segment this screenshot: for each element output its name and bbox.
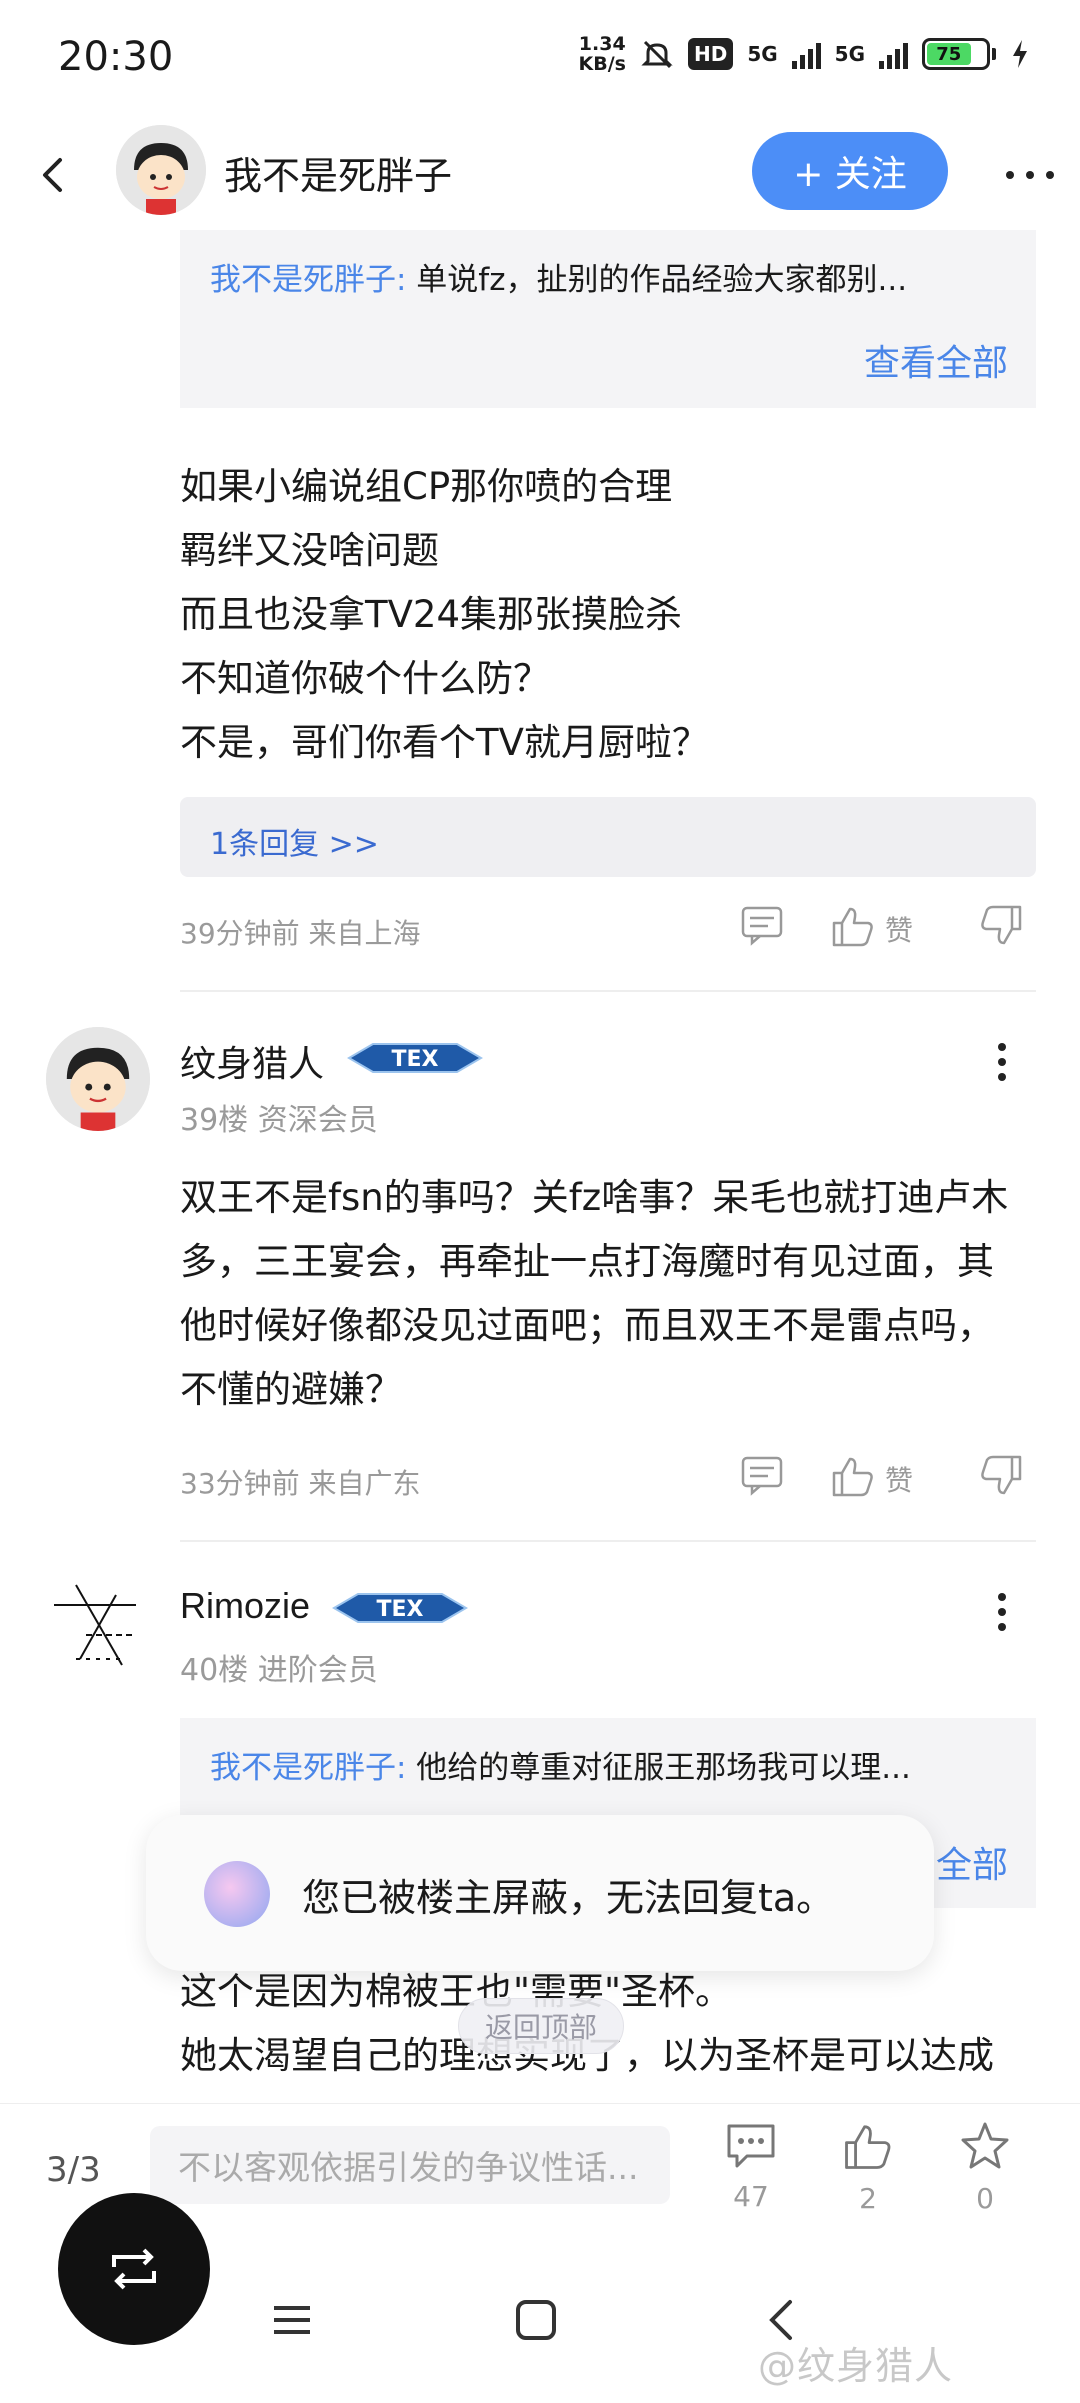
post-meta: 39分钟前 来自上海 bbox=[180, 917, 421, 950]
view-all-link[interactable]: 查看全部 bbox=[864, 334, 1008, 386]
favorites-count: 0 bbox=[976, 2182, 994, 2215]
comment-actions: 赞 bbox=[740, 1453, 1040, 1503]
battery-icon: 75 bbox=[922, 38, 996, 70]
status-icons: 1.34 KB/s HD 5G 5G 75 bbox=[579, 34, 1031, 74]
home-square-icon[interactable] bbox=[514, 2298, 558, 2342]
tex-badge-icon: TEX bbox=[332, 1593, 468, 1623]
like-button[interactable]: 2 bbox=[823, 2120, 913, 2215]
commenter-avatar[interactable] bbox=[46, 1027, 150, 1131]
replies-box[interactable]: 1条回复 >> bbox=[180, 797, 1036, 877]
svg-text:TEX: TEX bbox=[377, 1597, 424, 1622]
dislike-thumb-icon[interactable] bbox=[978, 1453, 1024, 1499]
signal-bars-1-icon bbox=[791, 39, 821, 69]
comment-bubble-icon bbox=[727, 2124, 775, 2168]
app-avatar-icon bbox=[204, 1861, 270, 1927]
comment-meta: 33分钟前 来自广东 bbox=[180, 1467, 421, 1500]
comment-body: 双王不是fsn的事吗？关fz啥事？呆毛也就打迪卢木多，三王宴会，再牵扯一点打海魔… bbox=[180, 1176, 1009, 1411]
view-all-link[interactable]: 全部 bbox=[936, 1836, 1008, 1888]
blocked-toast: 您已被楼主屏蔽，无法回复ta。 bbox=[146, 1815, 934, 1971]
author-name[interactable]: 我不是死胖子 bbox=[224, 145, 452, 200]
charging-icon bbox=[1013, 40, 1027, 68]
post-actions: 赞 bbox=[740, 903, 1040, 953]
back-arrow-icon[interactable] bbox=[30, 150, 80, 200]
comments-button[interactable]: 47 bbox=[706, 2120, 796, 2213]
cartoon-face-icon bbox=[116, 125, 206, 215]
like-thumb-icon bbox=[845, 2125, 891, 2169]
floor-label: 39楼 资深会员 bbox=[180, 1103, 378, 1138]
hd-badge: HD bbox=[687, 38, 734, 70]
author-avatar[interactable] bbox=[116, 125, 206, 215]
battery-level: 75 bbox=[927, 43, 971, 65]
comment-input[interactable]: 不以客观依据引发的争议性话... bbox=[150, 2126, 670, 2204]
like-thumb-icon[interactable] bbox=[830, 1453, 876, 1499]
network-speed: 1.34 KB/s bbox=[578, 33, 626, 75]
floor-label: 40楼 进阶会员 bbox=[180, 1653, 378, 1688]
more-options-icon[interactable] bbox=[1000, 150, 1060, 200]
top-header: 我不是死胖子 + 关注 bbox=[0, 120, 1080, 230]
post-body: 如果小编说组CP那你喷的合理 羁绊又没啥问题 而且也没拿TV24集那张摸脸杀 不… bbox=[180, 465, 709, 764]
page-indicator[interactable]: 3/3 bbox=[46, 2150, 101, 2190]
signal-label-1: 5G bbox=[747, 42, 778, 66]
signal-bars-2-icon bbox=[879, 39, 908, 69]
quoted-user[interactable]: 我不是死胖子: bbox=[210, 262, 406, 298]
quoted-user[interactable]: 我不是死胖子: bbox=[210, 1750, 406, 1786]
comment-icon[interactable] bbox=[740, 1453, 784, 1497]
star-icon bbox=[961, 2122, 1009, 2169]
svg-text:TEX: TEX bbox=[392, 1047, 439, 1072]
replies-link[interactable]: 1条回复 >> bbox=[210, 819, 379, 863]
like-thumb-icon[interactable] bbox=[830, 903, 876, 949]
comment-icon[interactable] bbox=[740, 903, 784, 947]
comment-more-icon[interactable] bbox=[990, 1037, 1014, 1087]
tex-badge-icon: TEX bbox=[347, 1043, 483, 1073]
divider bbox=[180, 1540, 1036, 1542]
cartoon-face-icon bbox=[46, 1027, 150, 1131]
comments-count: 47 bbox=[733, 2180, 769, 2213]
like-label[interactable]: 赞 bbox=[885, 909, 913, 949]
quoted-reply[interactable]: 我不是死胖子: 单说fz，扯别的作品经验大家都别... 查看全部 bbox=[180, 230, 1036, 408]
comment-more-icon[interactable] bbox=[990, 1587, 1014, 1637]
commenter-avatar[interactable] bbox=[46, 1575, 150, 1679]
back-to-top-button[interactable]: 返回顶部 bbox=[458, 1998, 624, 2054]
watermark: @纹身猎人 bbox=[758, 2344, 954, 2388]
status-time: 20:30 bbox=[58, 34, 174, 80]
likes-count: 2 bbox=[859, 2182, 877, 2215]
quoted-reply-text: 我不是死胖子: 他给的尊重对征服王那场我可以理... bbox=[210, 1750, 911, 1786]
signal-label-2: 5G bbox=[834, 42, 865, 66]
dislike-thumb-icon[interactable] bbox=[978, 903, 1024, 949]
follow-button[interactable]: + 关注 bbox=[752, 132, 948, 210]
favorite-button[interactable]: 0 bbox=[940, 2120, 1030, 2215]
mute-bell-icon bbox=[641, 40, 673, 69]
commenter-name[interactable]: Rimozie bbox=[180, 1585, 310, 1627]
toast-message: 您已被楼主屏蔽，无法回复ta。 bbox=[302, 1876, 835, 1920]
quoted-reply-text: 我不是死胖子: 单说fz，扯别的作品经验大家都别... bbox=[210, 262, 908, 298]
like-label[interactable]: 赞 bbox=[885, 1459, 913, 1499]
divider bbox=[180, 990, 1036, 992]
status-bar: 20:30 1.34 KB/s HD 5G 5G 75 bbox=[0, 0, 1080, 120]
sketch-avatar-icon bbox=[54, 1584, 136, 1666]
menu-icon[interactable] bbox=[270, 2298, 314, 2342]
commenter-name[interactable]: 纹身猎人 bbox=[180, 1035, 324, 1087]
